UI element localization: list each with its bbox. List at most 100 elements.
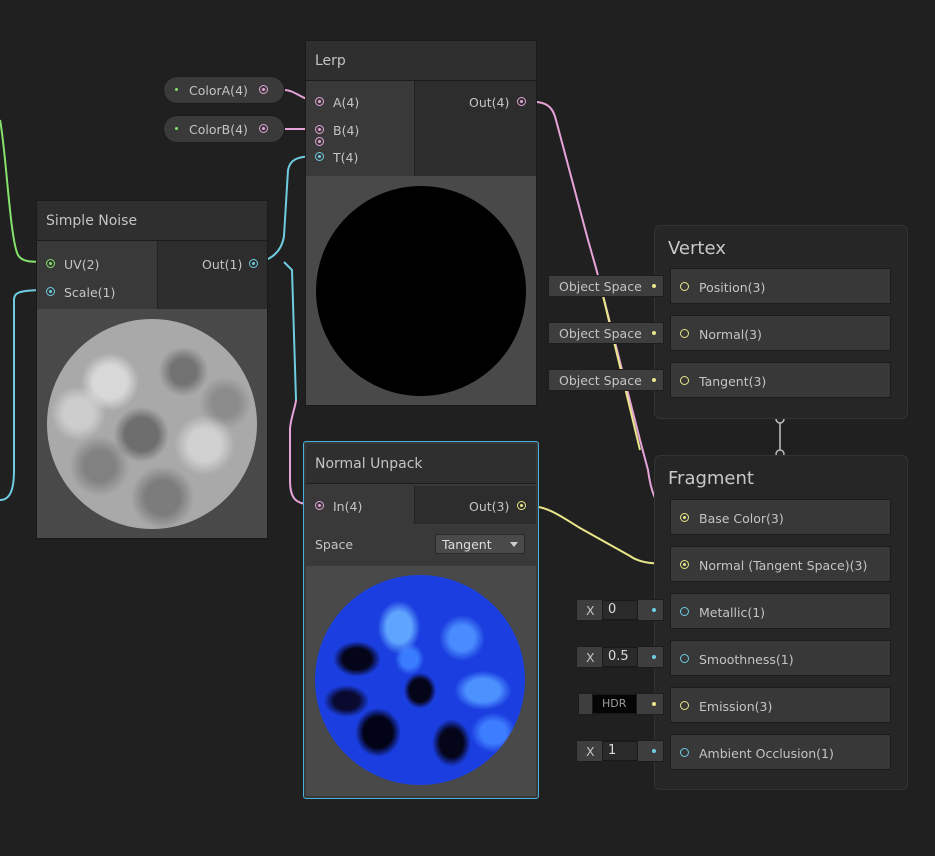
- node-title[interactable]: Simple Noise: [37, 201, 267, 241]
- property-colorb[interactable]: ColorB(4): [163, 115, 285, 143]
- tangent-default[interactable]: Object Space: [548, 369, 664, 391]
- input-port-in[interactable]: [315, 501, 324, 510]
- slot-tangent[interactable]: Tangent(3): [670, 362, 891, 398]
- connector-dot: [652, 608, 656, 612]
- input-port[interactable]: [680, 376, 689, 385]
- input-port-a[interactable]: [315, 97, 324, 106]
- space-value: Tangent: [442, 537, 492, 552]
- position-default[interactable]: Object Space: [548, 275, 664, 297]
- space-label: Space: [315, 537, 354, 552]
- input-port-a[interactable]: [315, 137, 324, 146]
- input-label-scale: Scale(1): [64, 285, 116, 300]
- stack-title: Vertex: [668, 238, 726, 259]
- input-label-a: A(4): [333, 95, 360, 110]
- normal-unpack-node[interactable]: Normal Unpack In(4) Out(3) Space Tangent: [303, 441, 539, 799]
- occlusion-default: X 1: [576, 740, 664, 762]
- node-title[interactable]: Lerp: [306, 41, 536, 81]
- noise-preview: [37, 309, 267, 538]
- input-label-in: In(4): [333, 499, 363, 514]
- lerp-node[interactable]: Lerp A(4) B(4) T(4) Out(4): [305, 40, 537, 406]
- simple-noise-node[interactable]: Simple Noise UV(2) Scale(1) Out(1): [36, 200, 268, 539]
- output-label: Out(4): [469, 95, 510, 110]
- input-port[interactable]: [680, 329, 689, 338]
- input-label-uv: UV(2): [64, 257, 100, 272]
- input-port[interactable]: [680, 560, 689, 569]
- occlusion-field[interactable]: 1: [602, 741, 638, 761]
- slot-label: Normal (Tangent Space)(3): [699, 558, 868, 573]
- x-label: X: [586, 603, 595, 618]
- metallic-field[interactable]: 0: [602, 600, 638, 620]
- output-label: Out(3): [469, 499, 510, 514]
- connector-dot: [652, 378, 656, 382]
- fragment-stack[interactable]: Fragment Base Color(3) Normal (Tangent S…: [654, 455, 908, 790]
- wire-noise-down: [283, 261, 297, 401]
- slot-label: Smoothness(1): [699, 652, 794, 667]
- preview-sphere: [315, 575, 525, 785]
- output-label: Out(1): [202, 257, 243, 272]
- input-label-t: T(4): [333, 150, 359, 165]
- smoothness-field[interactable]: 0.5: [602, 647, 638, 667]
- connector-dot: [652, 655, 656, 659]
- slot-label: Emission(3): [699, 699, 773, 714]
- slot-position[interactable]: Position(3): [670, 268, 891, 304]
- input-port[interactable]: [680, 701, 689, 710]
- slot-metallic[interactable]: Metallic(1): [670, 593, 891, 629]
- default-label: Object Space: [559, 373, 642, 388]
- input-port-scale[interactable]: [46, 287, 55, 296]
- property-dot: [173, 86, 182, 95]
- slot-normal[interactable]: Normal(3): [670, 315, 891, 351]
- normal-default[interactable]: Object Space: [548, 322, 664, 344]
- property-label: ColorB(4): [189, 122, 248, 137]
- preview-sphere: [316, 186, 526, 396]
- space-row: Space Tangent: [306, 524, 536, 567]
- lerp-preview: [306, 176, 536, 405]
- connector-dot: [652, 749, 656, 753]
- input-port[interactable]: [680, 748, 689, 757]
- connector-dot: [652, 331, 656, 335]
- output-port[interactable]: [517, 501, 526, 510]
- input-port[interactable]: [680, 513, 689, 522]
- preview-sphere: [47, 319, 257, 529]
- slot-ambient-occlusion[interactable]: Ambient Occlusion(1): [670, 734, 891, 770]
- input-port[interactable]: [680, 607, 689, 616]
- slot-label: Normal(3): [699, 327, 762, 342]
- x-label: X: [586, 744, 595, 759]
- metallic-default: X 0: [576, 599, 664, 621]
- slot-emission[interactable]: Emission(3): [670, 687, 891, 723]
- hdr-color-swatch[interactable]: HDR: [592, 694, 637, 714]
- output-port[interactable]: [249, 259, 258, 268]
- output-port[interactable]: [259, 124, 268, 133]
- smoothness-default: X 0.5: [576, 646, 664, 668]
- space-dropdown[interactable]: Tangent: [435, 534, 525, 554]
- input-port-b[interactable]: [315, 125, 324, 134]
- property-dot: [173, 125, 182, 134]
- node-title[interactable]: Normal Unpack: [306, 444, 536, 484]
- x-label: X: [586, 650, 595, 665]
- slot-smoothness[interactable]: Smoothness(1): [670, 640, 891, 676]
- output-port[interactable]: [259, 85, 268, 94]
- wire-lerp-basecolor: [597, 274, 641, 451]
- slot-label: Ambient Occlusion(1): [699, 746, 834, 761]
- connector-dot: [652, 702, 656, 706]
- slot-label: Position(3): [699, 280, 766, 295]
- input-port[interactable]: [680, 282, 689, 291]
- output-port[interactable]: [517, 97, 526, 106]
- input-port-uv[interactable]: [46, 259, 55, 268]
- emission-default: HDR: [578, 693, 664, 715]
- slot-base-color[interactable]: Base Color(3): [670, 499, 891, 535]
- input-port-t[interactable]: [315, 152, 324, 161]
- default-label: Object Space: [559, 279, 642, 294]
- slot-normal-tangent[interactable]: Normal (Tangent Space)(3): [670, 546, 891, 582]
- slot-label: Base Color(3): [699, 511, 784, 526]
- slot-label: Tangent(3): [699, 374, 767, 389]
- unpack-preview: [306, 566, 536, 796]
- property-colora[interactable]: ColorA(4): [163, 76, 285, 104]
- stack-title: Fragment: [668, 468, 754, 489]
- input-port[interactable]: [680, 654, 689, 663]
- slot-label: Metallic(1): [699, 605, 766, 620]
- vertex-stack[interactable]: Vertex Position(3) Normal(3) Tangent(3): [654, 225, 908, 419]
- default-label: Object Space: [559, 326, 642, 341]
- chevron-down-icon: [510, 542, 518, 547]
- connector-dot: [652, 284, 656, 288]
- input-label-b: B(4): [333, 123, 360, 138]
